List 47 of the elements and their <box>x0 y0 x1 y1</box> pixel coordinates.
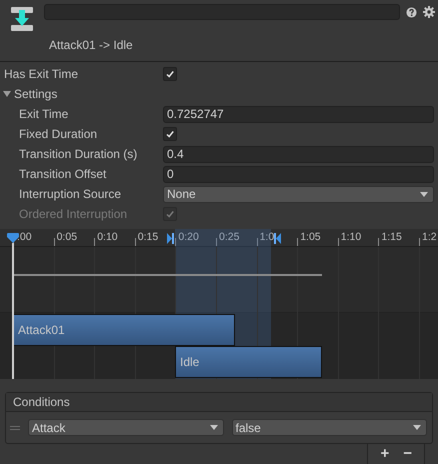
remove-button[interactable]: − <box>397 444 418 463</box>
help-icon[interactable] <box>406 6 417 18</box>
drag-handle-icon[interactable] <box>10 426 20 430</box>
time-label: 1:15 <box>381 231 402 243</box>
time-label: 0:10 <box>97 231 118 243</box>
field-label: Transition Offset <box>18 167 108 181</box>
add-button[interactable]: + <box>374 444 396 463</box>
playhead-marker-icon[interactable] <box>7 233 19 243</box>
list-header: Conditions <box>6 393 432 412</box>
foldout-label[interactable]: Settings <box>14 87 58 101</box>
checkmark-icon <box>165 69 175 79</box>
time-label: 1:2 <box>422 231 437 243</box>
time-label: 1:10 <box>340 231 362 243</box>
text-field[interactable]: 0.7252747 <box>163 106 434 122</box>
time-label: 0:05 <box>56 231 78 243</box>
checkbox[interactable] <box>163 127 177 141</box>
settings-icon[interactable] <box>423 6 435 18</box>
parameter-dropdown[interactable]: Attack <box>28 419 224 436</box>
checkbox[interactable] <box>163 67 177 81</box>
caret-icon <box>413 425 421 430</box>
dropdown[interactable]: None <box>163 186 434 202</box>
checkmark-icon <box>165 129 175 139</box>
clip-bar[interactable]: Attack01 <box>13 314 235 346</box>
time-label: 0:25 <box>219 231 240 243</box>
caret-icon <box>420 192 428 196</box>
transition-title: Attack01 -> Idle <box>49 38 134 52</box>
time-label: 0:15 <box>138 231 158 243</box>
field-label: Has Exit Time <box>3 67 80 81</box>
time-label: :00 <box>17 231 32 243</box>
end-marker-icon[interactable] <box>274 233 281 244</box>
field-label: Transition Duration (s) <box>18 147 138 161</box>
caret-icon <box>210 425 218 430</box>
text-field[interactable]: 0.4 <box>163 146 434 162</box>
foldout-arrow-icon[interactable] <box>3 90 11 98</box>
field-label: Exit Time <box>18 107 70 121</box>
time-label: 1:05 <box>300 231 321 243</box>
timeline-ruler[interactable]: :00 0:05 0:10 0:15 0:20 0:25 1:0 1:05 1:10 1:15 1:2 <box>0 229 438 247</box>
field-label: Ordered Interruption <box>18 207 128 221</box>
time-label: 1:0 <box>260 231 274 243</box>
time-label: 0:20 <box>178 231 199 243</box>
clip-bar[interactable]: Idle <box>175 346 322 378</box>
transition-icon <box>10 6 34 32</box>
value-dropdown[interactable]: false <box>232 419 427 436</box>
start-marker-icon[interactable] <box>167 233 174 244</box>
text-field[interactable]: 0 <box>163 166 434 182</box>
field-label: Fixed Duration <box>18 127 98 141</box>
field-label: Interruption Source <box>18 187 122 201</box>
